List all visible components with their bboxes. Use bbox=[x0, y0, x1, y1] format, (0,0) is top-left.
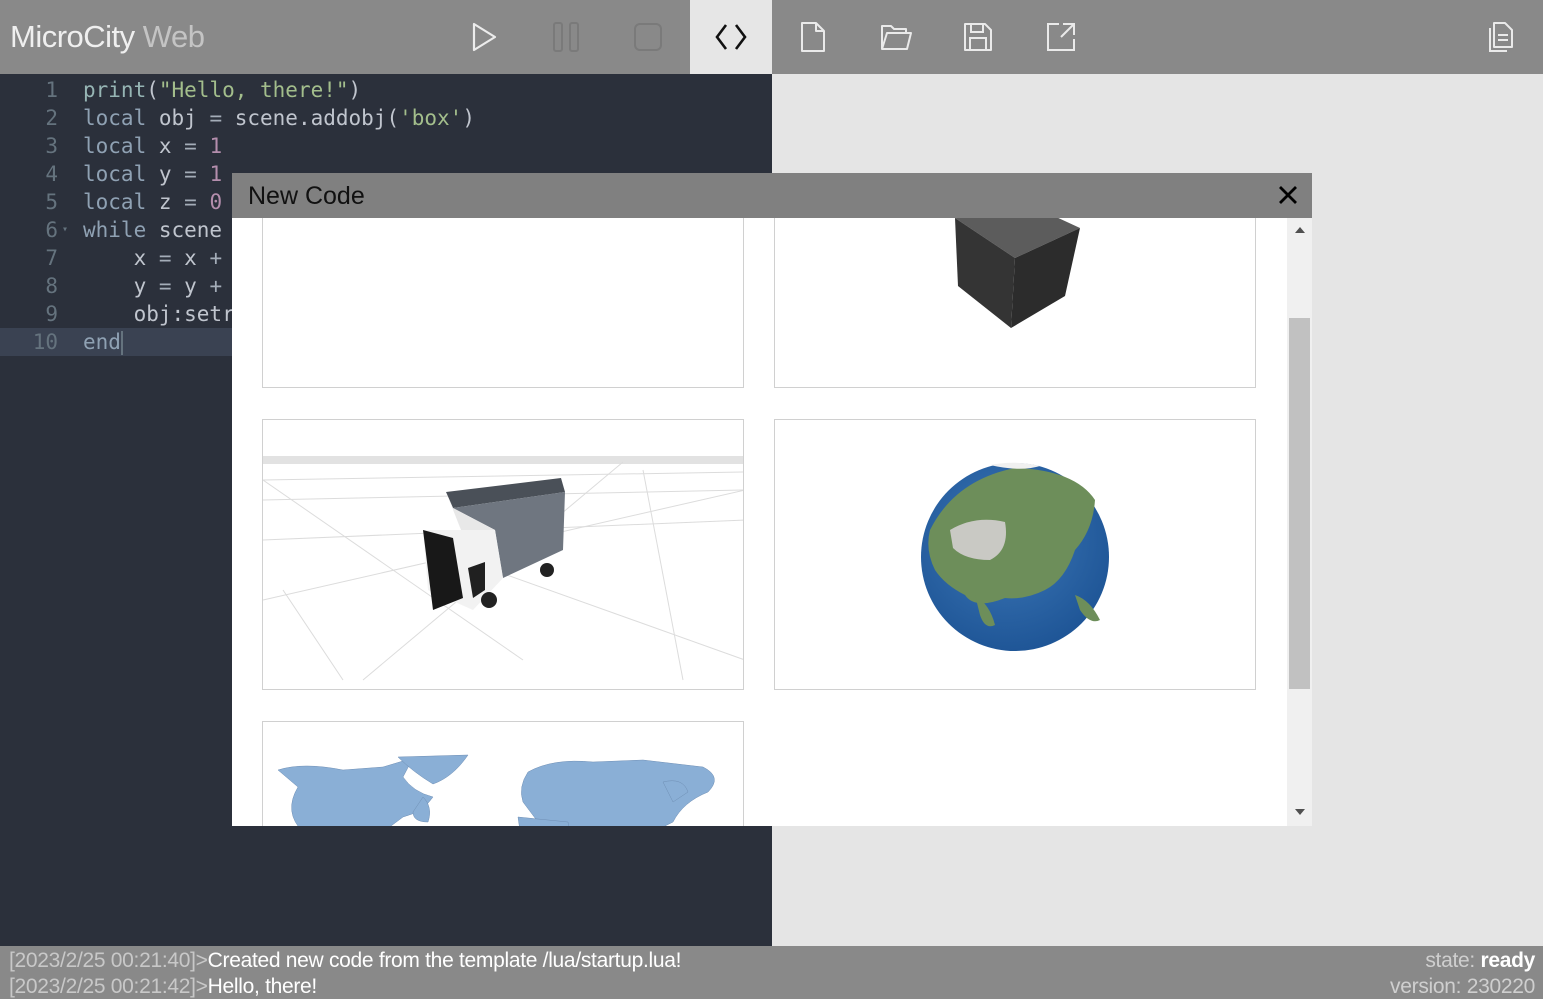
code-line[interactable]: 2 local obj = scene.addobj('box') bbox=[0, 104, 772, 132]
code-text: local obj = scene.addobj('box') bbox=[83, 106, 475, 130]
version-value: 230220 bbox=[1466, 975, 1536, 998]
code-text: local x = 1 bbox=[83, 134, 223, 158]
code-text: print("Hello, there!") bbox=[83, 78, 362, 102]
app-title-main: MicroCity bbox=[10, 19, 135, 54]
app-title-sub: Web bbox=[134, 19, 205, 54]
run-button[interactable] bbox=[442, 0, 524, 74]
code-text: x = x + bbox=[83, 246, 223, 270]
template-world-map[interactable] bbox=[262, 721, 744, 826]
log-message: Created new code from the template /lua/… bbox=[207, 949, 682, 972]
triangle-up-icon bbox=[1294, 227, 1305, 233]
scroll-up-button[interactable] bbox=[1287, 220, 1312, 240]
copy-document-icon bbox=[1489, 22, 1513, 52]
pause-icon bbox=[553, 22, 579, 52]
microcity-app: MicroCity Web 1 print("Hello, there!") 2… bbox=[0, 0, 1543, 999]
new-file-button[interactable] bbox=[772, 0, 854, 74]
external-link-icon bbox=[1047, 23, 1075, 51]
pause-button[interactable] bbox=[525, 0, 607, 74]
line-number: 7 bbox=[45, 246, 58, 270]
scroll-down-button[interactable] bbox=[1287, 802, 1312, 822]
template-earth[interactable] bbox=[774, 419, 1256, 690]
line-number: 1 bbox=[45, 78, 58, 102]
state-value: ready bbox=[1480, 949, 1535, 972]
line-number: 6 bbox=[45, 218, 58, 242]
code-text: y = y + bbox=[83, 274, 223, 298]
code-text: local z = 0 bbox=[83, 190, 223, 214]
code-icon bbox=[715, 24, 747, 50]
log-panel: [2023/2/25 00:21:40]>Created new code fr… bbox=[0, 946, 1543, 999]
code-text: end bbox=[83, 330, 123, 355]
template-empty[interactable] bbox=[262, 218, 744, 388]
close-icon bbox=[1279, 186, 1297, 204]
truck-preview-image bbox=[263, 456, 743, 681]
play-icon bbox=[472, 22, 497, 52]
version-label: version: bbox=[1390, 975, 1467, 998]
log-entry: [2023/2/25 00:21:42]>Hello, there! bbox=[9, 974, 681, 999]
docs-button[interactable] bbox=[1461, 0, 1543, 74]
world-map-preview-image bbox=[277, 754, 715, 826]
scrollbar-thumb[interactable] bbox=[1289, 318, 1310, 689]
code-text: while scene bbox=[83, 218, 223, 242]
template-gallery[interactable] bbox=[232, 218, 1287, 826]
box-preview-image bbox=[955, 218, 1080, 328]
new-file-icon bbox=[801, 22, 825, 52]
triangle-down-icon bbox=[1294, 809, 1305, 815]
top-toolbar: MicroCity Web bbox=[0, 0, 1543, 74]
save-icon bbox=[964, 23, 992, 51]
code-editor-button[interactable] bbox=[690, 0, 772, 74]
template-truck[interactable] bbox=[262, 419, 744, 690]
line-number: 3 bbox=[45, 134, 58, 158]
status-info: state: ready version: 230220 bbox=[1390, 948, 1535, 999]
save-button[interactable] bbox=[937, 0, 1019, 74]
log-timestamp: [2023/2/25 00:21:42]> bbox=[9, 975, 208, 998]
text-cursor bbox=[120, 331, 123, 355]
folder-open-icon bbox=[881, 25, 912, 50]
open-folder-button[interactable] bbox=[855, 0, 937, 74]
log-entry: [2023/2/25 00:21:40]>Created new code fr… bbox=[9, 948, 681, 974]
code-text: obj:setr bbox=[83, 302, 235, 326]
fold-toggle-icon[interactable]: ▾ bbox=[62, 216, 68, 244]
earth-preview-image bbox=[921, 462, 1109, 651]
line-number: 5 bbox=[45, 190, 58, 214]
line-number: 9 bbox=[45, 302, 58, 326]
state-label: state: bbox=[1425, 949, 1481, 972]
dialog-scrollbar[interactable] bbox=[1287, 218, 1312, 826]
close-button[interactable] bbox=[1276, 183, 1300, 207]
log-message: Hello, there! bbox=[207, 975, 318, 998]
code-text: local y = 1 bbox=[83, 162, 223, 186]
code-line[interactable]: 1 print("Hello, there!") bbox=[0, 76, 772, 104]
dialog-title: New Code bbox=[248, 182, 365, 210]
line-number: 4 bbox=[45, 162, 58, 186]
export-button[interactable] bbox=[1020, 0, 1102, 74]
dialog-header: New Code bbox=[232, 173, 1312, 218]
new-code-dialog: New Code bbox=[232, 173, 1312, 826]
stop-button[interactable] bbox=[607, 0, 689, 74]
stop-icon bbox=[634, 23, 662, 51]
log-list: [2023/2/25 00:21:40]>Created new code fr… bbox=[9, 948, 681, 999]
line-number: 10 bbox=[32, 330, 58, 354]
template-box[interactable] bbox=[774, 218, 1256, 388]
code-line[interactable]: 3 local x = 1 bbox=[0, 132, 772, 160]
line-number: 8 bbox=[45, 274, 58, 298]
line-number: 2 bbox=[45, 106, 58, 130]
log-timestamp: [2023/2/25 00:21:40]> bbox=[9, 949, 208, 972]
app-title: MicroCity Web bbox=[10, 18, 205, 56]
